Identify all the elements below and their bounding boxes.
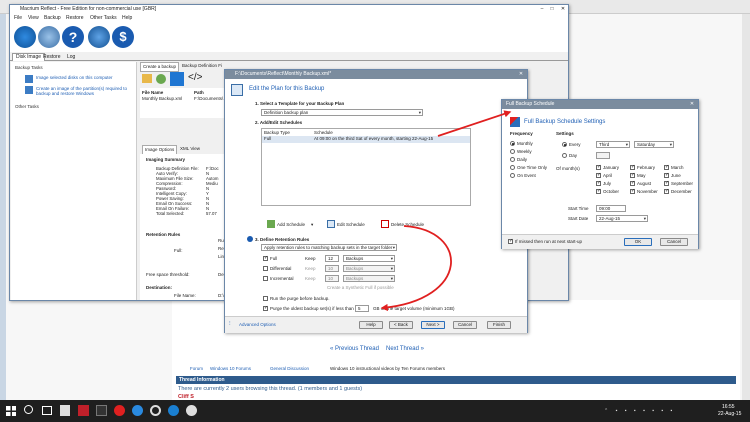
start-windows-icon[interactable] [6,406,16,416]
store-icon[interactable] [60,405,70,416]
edge-icon[interactable] [132,405,143,416]
task-view-icon[interactable] [42,406,52,415]
media-icon[interactable] [150,405,161,416]
clock-date[interactable]: 22-Aug-15 [718,411,741,417]
clock-time[interactable]: 16:55 [722,404,735,410]
browser-icon[interactable] [186,405,197,416]
app-icon-macrium[interactable] [114,405,125,416]
search-icon[interactable] [24,405,33,414]
taskbar: ⌃ ▪ ▪ ▪ ▪ ▪ ▪ ▪ 16:55 22-Aug-15 [0,400,750,422]
app-icon-red[interactable] [78,405,89,416]
app-icon-dark[interactable] [96,405,107,416]
ie-icon[interactable] [168,405,179,416]
annotation-arrows [380,110,512,312]
tray-icons[interactable]: ⌃ ▪ ▪ ▪ ▪ ▪ ▪ ▪ [604,408,714,414]
arrow-to-purge [380,225,452,312]
arrow-to-schedule [437,110,512,137]
